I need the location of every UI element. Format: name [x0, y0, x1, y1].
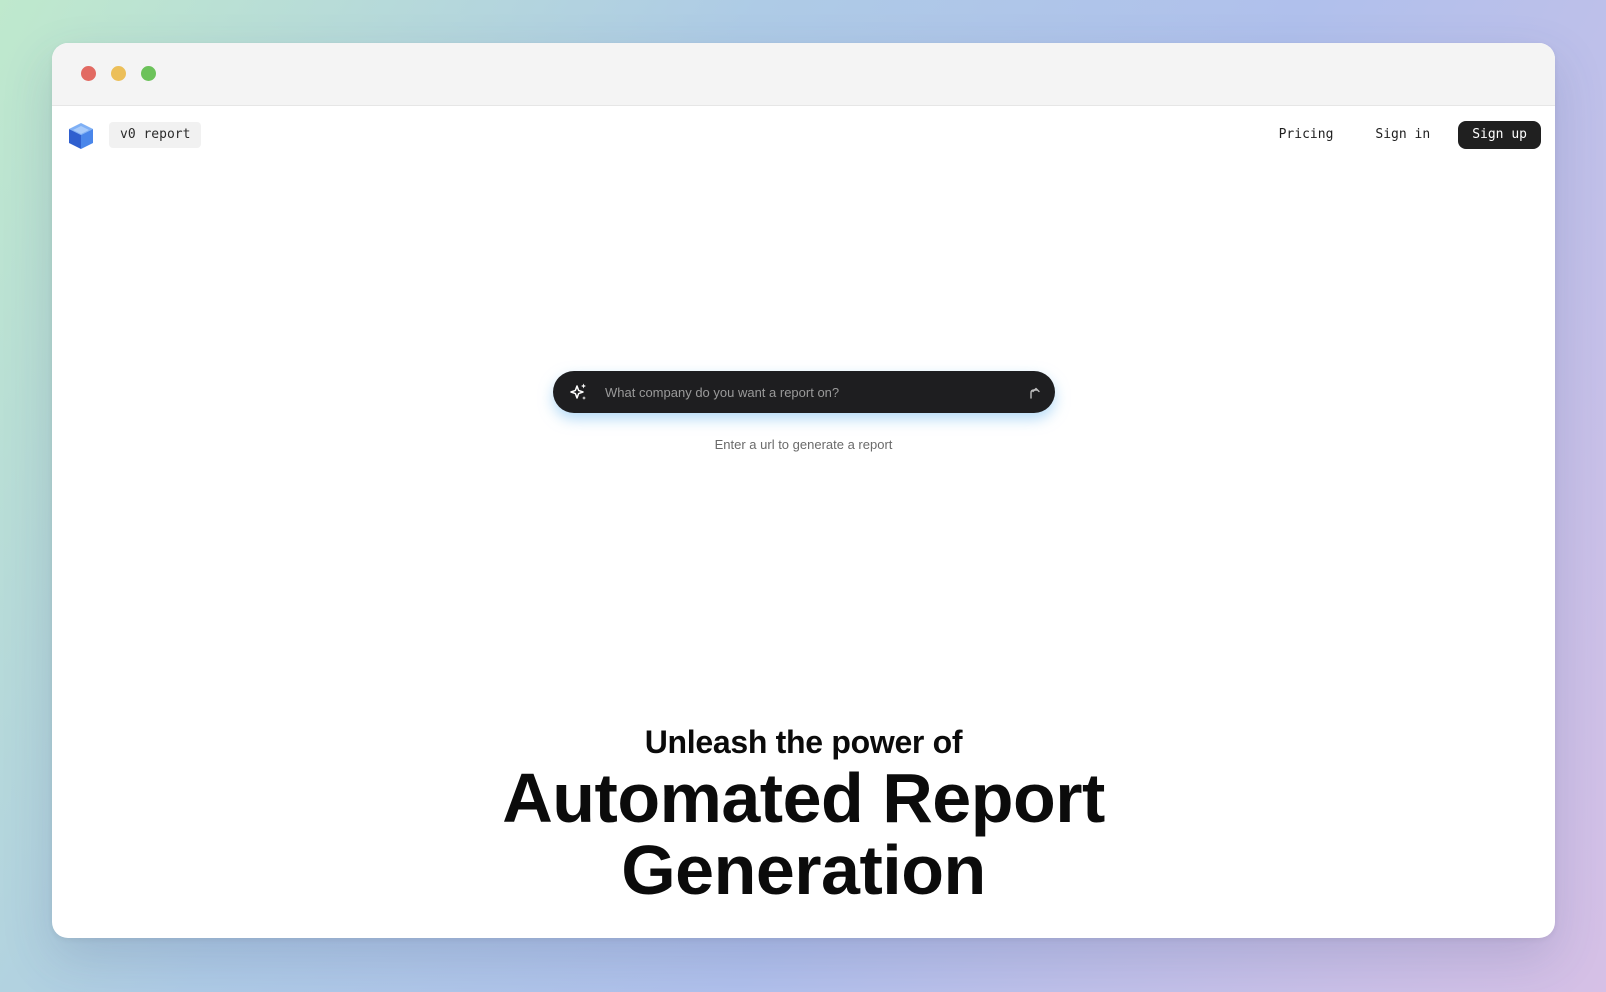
top-navbar: v0 report Pricing Sign in Sign up [52, 106, 1555, 166]
browser-window: v0 report Pricing Sign in Sign up Enter … [52, 43, 1555, 938]
nav-actions: Pricing Sign in Sign up [1265, 121, 1541, 149]
window-minimize-button[interactable] [111, 66, 126, 81]
window-maximize-button[interactable] [141, 66, 156, 81]
company-search-input[interactable] [605, 371, 1005, 413]
hero-subtitle: Unleash the power of [644, 724, 963, 760]
nav-sign-in-link[interactable]: Sign in [1361, 121, 1444, 149]
hero-section: Unleash the power of Automated Report Ge… [52, 723, 1555, 905]
arrow-up-icon[interactable] [1027, 384, 1041, 400]
window-close-button[interactable] [81, 66, 96, 81]
sign-up-button[interactable]: Sign up [1458, 121, 1541, 149]
window-titlebar [52, 43, 1555, 106]
brand-label[interactable]: v0 report [109, 122, 202, 148]
hero-title-line-1: Automated Report [502, 759, 1105, 837]
hero-title-line-2: Generation [621, 831, 986, 909]
search-hint-text: Enter a url to generate a report [714, 437, 893, 452]
sparkle-icon [570, 383, 586, 400]
cube-logo-icon[interactable] [68, 122, 94, 150]
nav-pricing-link[interactable]: Pricing [1265, 121, 1348, 149]
company-search-bar [553, 371, 1055, 413]
